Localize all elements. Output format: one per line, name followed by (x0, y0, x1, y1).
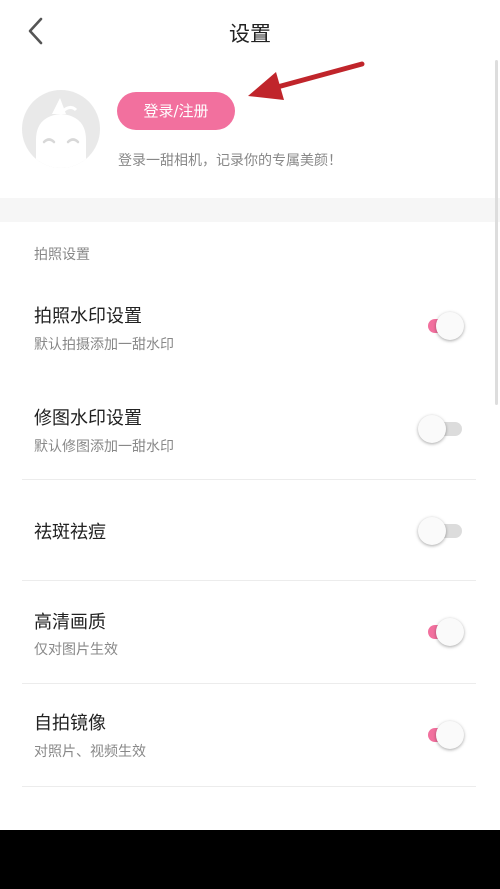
setting-subtitle: 仅对图片生效 (34, 642, 118, 658)
toggle-knob (436, 618, 464, 646)
setting-title: 拍照水印设置 (34, 306, 142, 327)
divider (22, 786, 476, 787)
scrollbar[interactable] (495, 60, 498, 405)
hd-quality-toggle[interactable] (418, 618, 464, 646)
blemish-toggle[interactable] (418, 517, 464, 545)
unicorn-avatar-icon (36, 98, 86, 168)
setting-title: 高清画质 (34, 612, 106, 633)
photo-watermark-toggle[interactable] (418, 312, 464, 340)
setting-title: 修图水印设置 (34, 408, 142, 429)
setting-row-photo-watermark[interactable]: 拍照水印设置 默认拍摄添加一甜水印 (0, 290, 500, 380)
setting-row-selfie-mirror[interactable]: 自拍镜像 对照片、视频生效 (0, 684, 500, 786)
setting-subtitle: 对照片、视频生效 (34, 744, 146, 760)
setting-row-blemish[interactable]: 祛斑祛痘 (0, 480, 500, 580)
page-title: 设置 (229, 22, 271, 46)
avatar[interactable] (22, 90, 100, 168)
setting-row-hd-quality[interactable]: 高清画质 仅对图片生效 (0, 581, 500, 683)
section-label-photo: 拍照设置 (34, 247, 90, 263)
edit-watermark-toggle[interactable] (418, 415, 464, 443)
setting-row-edit-watermark[interactable]: 修图水印设置 默认修图添加一甜水印 (0, 392, 500, 480)
toggle-knob (436, 312, 464, 340)
toggle-knob (418, 415, 446, 443)
toggle-knob (436, 721, 464, 749)
settings-screen: 设置 登录/注册 登录一甜相机，记录你的专属美颜！ 拍照设置 拍照水印设置 默认… (0, 0, 500, 830)
setting-subtitle: 默认修图添加一甜水印 (34, 439, 174, 455)
setting-subtitle: 默认拍摄添加一甜水印 (34, 337, 174, 353)
section-gap (0, 198, 500, 222)
setting-title: 自拍镜像 (34, 713, 106, 734)
setting-title: 祛斑祛痘 (34, 522, 106, 543)
toggle-knob (418, 517, 446, 545)
annotation-arrow-icon (248, 61, 365, 100)
login-register-button[interactable]: 登录/注册 (117, 92, 235, 130)
selfie-mirror-toggle[interactable] (418, 721, 464, 749)
login-slogan: 登录一甜相机，记录你的专属美颜！ (118, 153, 342, 169)
header: 设置 (0, 0, 500, 62)
